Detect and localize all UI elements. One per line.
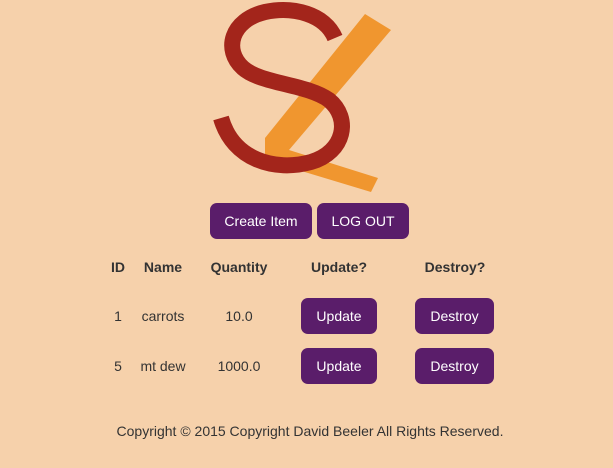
create-item-button[interactable]: Create Item [210, 203, 312, 239]
header-name: Name [143, 259, 183, 275]
cell-id: 5 [114, 358, 122, 374]
header-id: ID [111, 259, 125, 275]
destroy-button[interactable]: Destroy [415, 298, 494, 334]
destroy-button[interactable]: Destroy [415, 348, 494, 384]
cell-name: mt dew [140, 358, 186, 374]
top-actions: Create Item LOG OUT [0, 203, 613, 239]
cell-quantity: 1000.0 [217, 358, 261, 374]
update-button[interactable]: Update [301, 298, 377, 334]
cell-id: 1 [114, 308, 122, 324]
cell-name: carrots [141, 308, 185, 324]
header-update: Update? [311, 259, 367, 275]
header-destroy: Destroy? [424, 259, 486, 275]
header-quantity: Quantity [210, 259, 268, 275]
update-button[interactable]: Update [301, 348, 377, 384]
logout-button[interactable]: LOG OUT [317, 203, 409, 239]
cell-quantity: 10.0 [225, 308, 253, 324]
copyright-footer: Copyright © 2015 Copyright David Beeler … [116, 423, 504, 439]
logo-icon [213, 2, 391, 192]
